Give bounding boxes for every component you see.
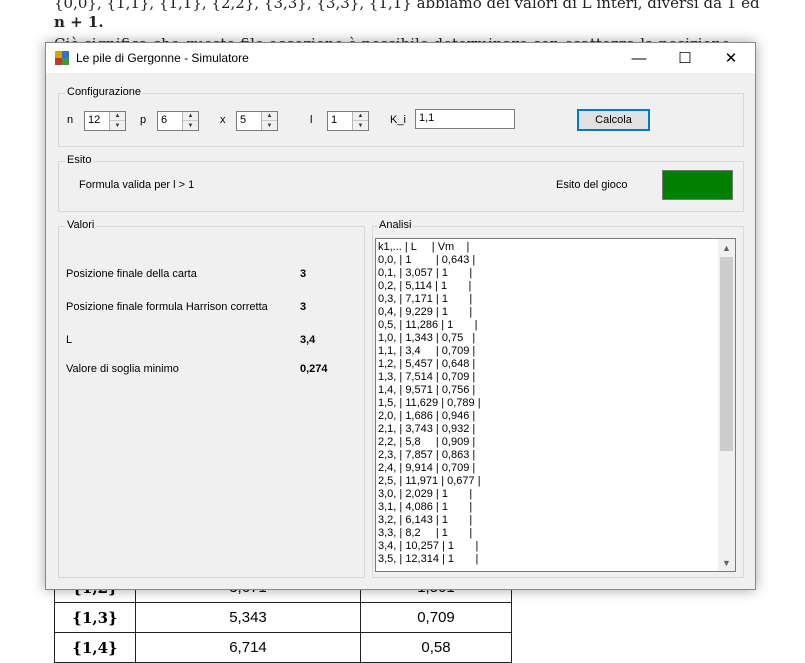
n-stepper[interactable]: 12 ▲ ▼ <box>84 111 126 131</box>
list-item[interactable]: 1,5, | 11,629 | 0,789 | <box>378 397 481 410</box>
list-item[interactable]: 0,5, | 11,286 | 1 | <box>378 319 477 332</box>
list-item[interactable]: 1,0, | 1,343 | 0,75 | <box>378 332 475 345</box>
l-result-label: L <box>66 334 73 346</box>
list-item[interactable]: 1,3, | 7,514 | 0,709 | <box>378 371 475 384</box>
scroll-down-icon[interactable]: ▼ <box>718 554 735 571</box>
window-title: Le pile di Gergonne - Simulatore <box>76 51 249 65</box>
threshold-label: Valore di soglia minimo <box>66 363 179 375</box>
table-cell: 6,714 <box>135 632 361 663</box>
maximize-icon: ☐ <box>678 50 692 67</box>
list-item[interactable]: 3,0, | 2,029 | 1 | <box>378 488 472 501</box>
x-label: x <box>220 114 226 126</box>
table-cell: {1,3} <box>54 602 136 633</box>
spin-down-icon[interactable]: ▼ <box>110 121 125 130</box>
bg-text-line-2: n + 1. <box>54 13 104 31</box>
p-label: p <box>140 114 147 126</box>
n-label: n <box>67 114 74 126</box>
x-value: 5 <box>240 114 247 126</box>
table-cell: 5,343 <box>135 602 361 633</box>
title-bar[interactable]: Le pile di Gergonne - Simulatore — ☐ ✕ <box>46 43 755 73</box>
n-spin[interactable]: ▲ ▼ <box>109 112 125 130</box>
list-item[interactable]: 3,2, | 6,143 | 1 | <box>378 514 472 527</box>
table-cell: 0,58 <box>360 632 512 663</box>
p-stepper[interactable]: 6 ▲ ▼ <box>157 111 199 131</box>
threshold-value: 0,274 <box>300 363 328 375</box>
close-button[interactable]: ✕ <box>708 43 754 73</box>
list-item[interactable]: 1,4, | 9,571 | 0,756 | <box>378 384 475 397</box>
harrison-position-label: Posizione finale formula Harrison corret… <box>66 301 268 313</box>
spin-up-icon[interactable]: ▲ <box>110 112 125 121</box>
minimize-button[interactable]: — <box>616 43 662 73</box>
list-item[interactable]: 0,1, | 3,057 | 1 | <box>378 267 472 280</box>
harrison-position-value: 3 <box>300 301 307 313</box>
x-stepper[interactable]: 5 ▲ ▼ <box>236 111 278 131</box>
list-item[interactable]: 0,3, | 7,171 | 1 | <box>378 293 472 306</box>
valori-group-label: Valori <box>65 219 97 231</box>
esito-group-label: Esito <box>65 154 94 166</box>
scroll-thumb[interactable] <box>720 257 733 451</box>
spin-up-icon[interactable]: ▲ <box>262 112 277 121</box>
list-item[interactable]: 0,0, | 1 | 0,643 | <box>378 254 475 267</box>
calcola-button[interactable]: Calcola <box>577 109 650 131</box>
p-value: 6 <box>161 114 168 126</box>
list-item[interactable]: 1,2, | 5,457 | 0,648 | <box>378 358 475 371</box>
game-result-indicator <box>662 170 733 200</box>
list-item[interactable]: 2,3, | 7,857 | 0,863 | <box>378 449 475 462</box>
l-spin[interactable]: ▲ ▼ <box>352 112 368 130</box>
spin-down-icon[interactable]: ▼ <box>262 121 277 130</box>
table-row: {1,3} 5,343 0,709 <box>54 602 512 633</box>
analisi-list[interactable]: k1,... | L | Vm | 0,0, | 1 | 0,643 | 0,1, … <box>375 238 736 572</box>
final-position-label: Posizione finale della carta <box>66 268 197 280</box>
l-stepper[interactable]: 1 ▲ ▼ <box>327 111 369 131</box>
l-value: 1 <box>331 114 338 126</box>
list-item[interactable]: 1,1, | 3,4 | 0,709 | <box>378 345 475 358</box>
spin-down-icon[interactable]: ▼ <box>353 121 368 130</box>
list-item[interactable]: 2,1, | 3,743 | 0,932 | <box>378 423 475 436</box>
minimize-icon: — <box>631 49 647 67</box>
k-label: K_i <box>390 114 406 126</box>
formula-text: Formula valida per l > 1 <box>79 179 195 191</box>
table-cell: {1,4} <box>54 632 136 663</box>
x-spin[interactable]: ▲ ▼ <box>261 112 277 130</box>
config-group-label: Configurazione <box>65 86 143 98</box>
l-label: l <box>310 114 313 126</box>
list-item[interactable]: 2,4, | 9,914 | 0,709 | <box>378 462 475 475</box>
list-item[interactable]: 3,5, | 12,314 | 1 | <box>378 553 478 566</box>
list-item[interactable]: 3,4, | 10,257 | 1 | <box>378 540 478 553</box>
l-result-value: 3,4 <box>300 334 316 346</box>
analisi-group-label: Analisi <box>377 219 414 231</box>
list-item[interactable]: 3,3, | 8,2 | 1 | <box>378 527 472 540</box>
list-item[interactable]: 0,4, | 9,229 | 1 | <box>378 306 472 319</box>
spin-down-icon[interactable]: ▼ <box>183 121 198 130</box>
n-value: 12 <box>88 114 101 126</box>
p-spin[interactable]: ▲ ▼ <box>182 112 198 130</box>
app-icon <box>55 51 69 65</box>
k-input[interactable]: 1,1 <box>415 109 515 129</box>
spin-up-icon[interactable]: ▲ <box>353 112 368 121</box>
final-position-value: 3 <box>300 268 307 280</box>
list-item[interactable]: 3,1, | 4,086 | 1 | <box>378 501 472 514</box>
list-item[interactable]: 2,5, | 11,971 | 0,677 | <box>378 475 481 488</box>
spin-up-icon[interactable]: ▲ <box>183 112 198 121</box>
list-item[interactable]: 0,2, | 5,114 | 1 | <box>378 280 471 293</box>
list-item[interactable]: 2,0, | 1,686 | 0,946 | <box>378 410 475 423</box>
close-icon: ✕ <box>724 50 738 67</box>
list-item[interactable]: k1,... | L | Vm | <box>378 241 469 254</box>
table-row: {1,4} 6,714 0,58 <box>54 632 512 663</box>
bg-text-line-1: {0,0}, {1,1}, {1,1}, {2,2}, {3,3}, {3,3}… <box>54 0 760 12</box>
maximize-button[interactable]: ☐ <box>662 43 708 73</box>
list-item[interactable]: 2,2, | 5,8 | 0,909 | <box>378 436 475 449</box>
scroll-up-icon[interactable]: ▲ <box>718 239 735 256</box>
table-cell: 0,709 <box>360 602 512 633</box>
simulator-window: Le pile di Gergonne - Simulatore — ☐ ✕ C… <box>45 42 756 590</box>
game-result-label: Esito del gioco <box>556 179 628 191</box>
vertical-scrollbar[interactable]: ▲ ▼ <box>718 239 735 571</box>
